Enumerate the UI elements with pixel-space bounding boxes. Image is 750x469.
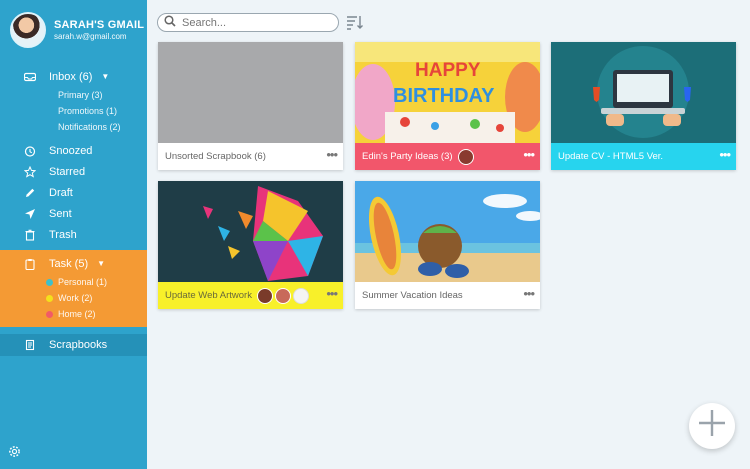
nav-label-starred: Starred [49, 165, 86, 178]
sort-icon[interactable] [346, 14, 364, 30]
nav-label-draft: Draft [49, 186, 73, 199]
collaborator-avatar[interactable] [256, 287, 273, 304]
home-dot [46, 310, 53, 318]
more-icon[interactable]: ••• [523, 148, 535, 161]
sub-item-primary[interactable]: Primary (3) [0, 87, 147, 103]
personal-dot [46, 278, 53, 286]
nav-item-inbox[interactable]: Inbox (6) ▼ [0, 66, 147, 87]
nav-label-trash: Trash [49, 228, 77, 241]
nav-item-draft[interactable]: Draft [0, 182, 147, 203]
card-thumbnail [158, 42, 343, 143]
card-title: Summer Vacation Ideas [362, 290, 463, 301]
card-thumbnail: HAPPY BIRTHDAY [355, 42, 540, 143]
scrapbook-card[interactable]: Update CV - HTML5 Ver. ••• [551, 42, 736, 170]
plus-icon [697, 403, 727, 449]
nav-menu: Inbox (6) ▼ Primary (3) Promotions (1) N… [0, 66, 147, 356]
scrapbook-card[interactable]: HAPPY BIRTHDAY Edin's Party Ideas (3) ••… [355, 42, 540, 170]
card-footer: Edin's Party Ideas (3) ••• [355, 143, 540, 170]
star-icon [24, 165, 36, 178]
nav-label-task: Task (5) [49, 257, 89, 270]
nav-label-sent: Sent [49, 207, 72, 220]
nav-item-snoozed[interactable]: Snoozed [0, 140, 147, 161]
profile-name: SARAH'S GMAIL [54, 19, 145, 31]
card-footer: Update CV - HTML5 Ver. ••• [551, 143, 736, 170]
trash-icon [24, 229, 36, 241]
card-title: Update CV - HTML5 Ver. [558, 151, 664, 162]
clipboard-icon [24, 258, 36, 270]
gear-icon[interactable] [8, 445, 21, 461]
avatar[interactable] [10, 12, 46, 48]
nav-item-scrapbooks[interactable]: Scrapbooks [0, 334, 147, 356]
card-title: Edin's Party Ideas (3) [362, 151, 453, 162]
book-icon [24, 339, 36, 351]
card-title: Update Web Artwork [165, 290, 252, 301]
sub-label-work: Work (2) [58, 293, 93, 303]
profile-email: sarah.w@gmail.com [54, 32, 127, 41]
add-scrapbook-button[interactable] [689, 403, 735, 449]
profile[interactable]: SARAH'S GMAIL sarah.w@gmail.com [10, 12, 144, 48]
search-bar[interactable] [157, 13, 339, 32]
sidebar: SARAH'S GMAIL sarah.w@gmail.com Inbox (6… [0, 0, 147, 469]
clock-icon [24, 145, 36, 157]
card-footer: Summer Vacation Ideas ••• [355, 282, 540, 309]
work-dot [46, 294, 53, 302]
sub-item-work[interactable]: Work (2) [0, 290, 147, 306]
more-icon[interactable]: ••• [523, 287, 535, 300]
card-title: Unsorted Scrapbook (6) [165, 151, 266, 162]
svg-text:HAPPY: HAPPY [415, 60, 481, 81]
svg-text:BIRTHDAY: BIRTHDAY [393, 85, 495, 107]
chevron-down-icon[interactable]: ▼ [101, 72, 109, 81]
nav-label-inbox: Inbox (6) [49, 70, 93, 83]
sub-item-home[interactable]: Home (2) [0, 306, 147, 322]
more-icon[interactable]: ••• [326, 287, 338, 300]
nav-label-snoozed: Snoozed [49, 144, 93, 157]
card-footer: Unsorted Scrapbook (6) ••• [158, 143, 343, 170]
nav-label-scrapbooks: Scrapbooks [49, 339, 108, 351]
scrapbook-card[interactable]: Update Web Artwork ••• [158, 181, 343, 309]
card-footer: Update Web Artwork ••• [158, 282, 343, 309]
more-icon[interactable]: ••• [326, 148, 338, 161]
more-icon[interactable]: ••• [719, 148, 731, 161]
send-icon [24, 208, 36, 220]
sub-label-personal: Personal (1) [58, 277, 108, 287]
search-icon [164, 14, 176, 32]
nav-item-sent[interactable]: Sent [0, 203, 147, 224]
collaborator-avatar[interactable] [292, 287, 309, 304]
pencil-icon [24, 187, 36, 199]
card-thumbnail [355, 181, 540, 282]
nav-item-trash[interactable]: Trash [0, 224, 147, 245]
collaborator-avatar[interactable] [274, 287, 291, 304]
sub-item-notifications[interactable]: Notifications (2) [0, 119, 147, 135]
sub-item-promotions[interactable]: Promotions (1) [0, 103, 147, 119]
inbox-icon [24, 71, 36, 83]
chevron-down-icon[interactable]: ▼ [97, 259, 105, 268]
card-thumbnail [551, 42, 736, 143]
search-input[interactable] [182, 16, 322, 29]
sub-label-home: Home (2) [58, 309, 96, 319]
sub-item-personal[interactable]: Personal (1) [0, 274, 147, 290]
nav-item-task[interactable]: Task (5) ▼ [0, 253, 147, 274]
nav-item-starred[interactable]: Starred [0, 161, 147, 182]
scrapbook-card[interactable]: Summer Vacation Ideas ••• [355, 181, 540, 309]
task-section: Task (5) ▼ Personal (1) Work (2) Home (2… [0, 250, 147, 327]
scrapbook-card[interactable]: Unsorted Scrapbook (6) ••• [158, 42, 343, 170]
card-thumbnail [158, 181, 343, 282]
collaborator-avatar[interactable] [457, 148, 474, 165]
